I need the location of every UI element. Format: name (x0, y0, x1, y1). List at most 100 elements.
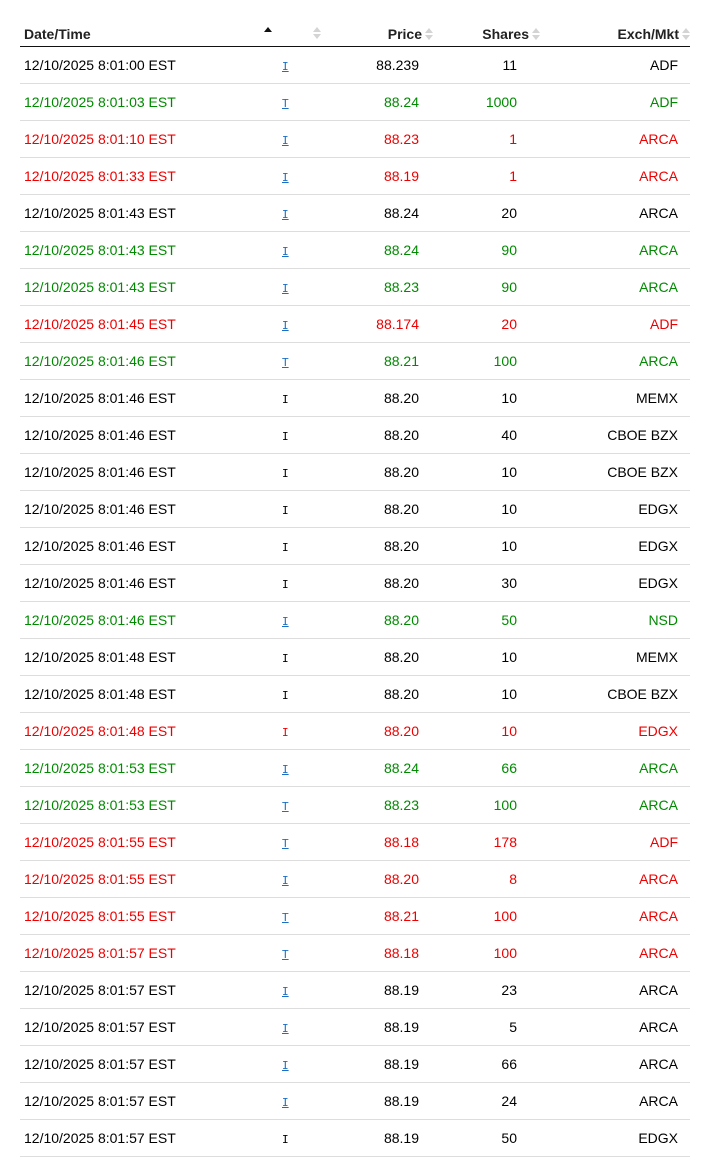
trade-type-link[interactable]: T (282, 911, 289, 924)
cell-type: I (272, 1119, 325, 1157)
trade-type-link[interactable]: I (282, 319, 289, 332)
cell-exch: ARCA (540, 1045, 690, 1083)
trade-type-link[interactable]: I (282, 1022, 289, 1035)
cell-shares: 100 (433, 786, 540, 824)
table-row: 12/10/2025 8:01:43 EST I 88.24 20 ARCA (20, 194, 690, 232)
table-row: 12/10/2025 8:01:00 EST I 88.239 11 ADF (20, 46, 690, 84)
table-body: 12/10/2025 8:01:00 EST I 88.239 11 ADF 12/10/… (20, 46, 690, 1157)
table-row: 12/10/2025 8:01:55 EST T 88.18 178 ADF (20, 823, 690, 861)
cell-shares: 90 (433, 268, 540, 306)
sort-icon (681, 27, 690, 41)
cell-price: 88.19 (325, 157, 433, 195)
cell-type: I (272, 157, 325, 195)
cell-datetime: 12/10/2025 8:01:57 EST (20, 1045, 272, 1083)
cell-type: I (272, 1082, 325, 1120)
cell-exch: ARCA (540, 231, 690, 269)
table-row: 12/10/2025 8:01:43 EST I 88.24 90 ARCA (20, 231, 690, 269)
cell-price: 88.19 (325, 1045, 433, 1083)
trade-type-link[interactable]: T (282, 97, 289, 110)
cell-datetime: 12/10/2025 8:01:46 EST (20, 342, 272, 380)
cell-price: 88.20 (325, 712, 433, 750)
sort-ascending-icon (263, 26, 272, 40)
column-header-shares[interactable]: Shares (433, 20, 540, 47)
cell-price: 88.24 (325, 749, 433, 787)
cell-type: I (272, 675, 325, 713)
cell-type: I (272, 453, 325, 491)
cell-exch: ARCA (540, 897, 690, 935)
column-header-datetime[interactable]: Date/Time (20, 20, 272, 47)
trade-type-link[interactable]: I (282, 1096, 289, 1109)
cell-shares: 20 (433, 194, 540, 232)
column-header-label: Price (387, 25, 422, 42)
cell-exch: ARCA (540, 749, 690, 787)
cell-datetime: 12/10/2025 8:01:43 EST (20, 268, 272, 306)
trade-type-link[interactable]: I (282, 282, 289, 295)
table-row: 12/10/2025 8:01:53 EST I 88.24 66 ARCA (20, 749, 690, 787)
cell-price: 88.174 (325, 305, 433, 343)
cell-exch: ARCA (540, 971, 690, 1009)
trade-type-label: I (282, 726, 289, 739)
trade-type-link[interactable]: T (282, 356, 289, 369)
cell-datetime: 12/10/2025 8:01:46 EST (20, 490, 272, 528)
column-header-exch[interactable]: Exch/Mkt (540, 20, 690, 47)
cell-datetime: 12/10/2025 8:01:46 EST (20, 564, 272, 602)
table-row: 12/10/2025 8:01:46 EST I 88.20 10 EDGX (20, 527, 690, 565)
cell-type: I (272, 268, 325, 306)
cell-type: I (272, 971, 325, 1009)
cell-datetime: 12/10/2025 8:01:00 EST (20, 46, 272, 84)
trade-type-link[interactable]: I (282, 208, 289, 221)
cell-type: I (272, 564, 325, 602)
column-header-price[interactable]: Price (325, 20, 433, 47)
cell-datetime: 12/10/2025 8:01:46 EST (20, 527, 272, 565)
column-header-label: Exch/Mkt (617, 25, 679, 42)
cell-datetime: 12/10/2025 8:01:57 EST (20, 1119, 272, 1157)
cell-type: I (272, 194, 325, 232)
cell-shares: 50 (433, 601, 540, 639)
table-row: 12/10/2025 8:01:46 EST I 88.20 10 MEMX (20, 379, 690, 417)
cell-exch: CBOE BZX (540, 416, 690, 454)
table-row: 12/10/2025 8:01:55 EST T 88.21 100 ARCA (20, 897, 690, 935)
trade-type-link[interactable]: T (282, 800, 289, 813)
cell-price: 88.24 (325, 83, 433, 121)
cell-shares: 10 (433, 638, 540, 676)
trade-type-link[interactable]: I (282, 60, 289, 73)
column-header-type[interactable] (272, 20, 325, 47)
cell-exch: EDGX (540, 1119, 690, 1157)
table-row: 12/10/2025 8:01:57 EST I 88.19 66 ARCA (20, 1045, 690, 1083)
cell-price: 88.20 (325, 564, 433, 602)
cell-datetime: 12/10/2025 8:01:43 EST (20, 231, 272, 269)
cell-datetime: 12/10/2025 8:01:46 EST (20, 379, 272, 417)
trade-type-link[interactable]: I (282, 1059, 289, 1072)
cell-price: 88.20 (325, 638, 433, 676)
cell-datetime: 12/10/2025 8:01:46 EST (20, 601, 272, 639)
trade-type-label: I (282, 578, 289, 591)
cell-price: 88.19 (325, 971, 433, 1009)
column-header-label: Date/Time (24, 25, 91, 42)
cell-type: T (272, 342, 325, 380)
column-header-label: Shares (482, 25, 529, 42)
table-row: 12/10/2025 8:01:57 EST I 88.19 24 ARCA (20, 1082, 690, 1120)
cell-type: T (272, 786, 325, 824)
cell-exch: ARCA (540, 120, 690, 158)
trade-type-label: I (282, 467, 289, 480)
trade-type-link[interactable]: T (282, 948, 289, 961)
trade-type-link[interactable]: I (282, 763, 289, 776)
cell-datetime: 12/10/2025 8:01:57 EST (20, 1008, 272, 1046)
trade-type-link[interactable]: T (282, 837, 289, 850)
cell-price: 88.20 (325, 860, 433, 898)
cell-exch: ADF (540, 305, 690, 343)
trade-type-link[interactable]: I (282, 134, 289, 147)
trade-type-link[interactable]: I (282, 874, 289, 887)
trade-type-link[interactable]: I (282, 985, 289, 998)
trade-type-link[interactable]: I (282, 615, 289, 628)
cell-type: I (272, 1008, 325, 1046)
table-row: 12/10/2025 8:01:48 EST I 88.20 10 MEMX (20, 638, 690, 676)
trade-type-link[interactable]: I (282, 171, 289, 184)
table-row: 12/10/2025 8:01:03 EST T 88.24 1000 ADF (20, 83, 690, 121)
cell-type: T (272, 934, 325, 972)
cell-price: 88.20 (325, 601, 433, 639)
cell-type: I (272, 46, 325, 84)
trade-type-link[interactable]: I (282, 245, 289, 258)
cell-exch: ARCA (540, 934, 690, 972)
trade-type-label: I (282, 504, 289, 517)
